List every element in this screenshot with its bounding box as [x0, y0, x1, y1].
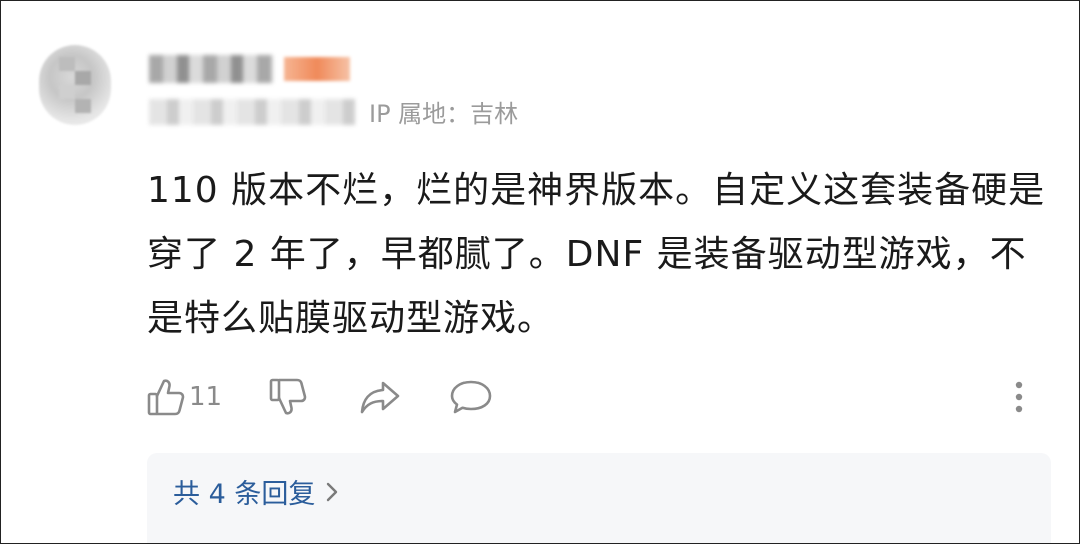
replies-panel: 共 4 条回复	[147, 453, 1051, 543]
replies-count-label: 共 4 条回复	[173, 479, 316, 510]
thumbs-down-icon	[269, 377, 307, 417]
reply-button[interactable]	[449, 375, 493, 419]
comment-line-2: 穿了 2 年了，早都腻了。DNF 是装备驱动型游戏，不	[147, 234, 1027, 275]
like-count: 11	[189, 382, 223, 412]
more-vertical-icon	[1013, 377, 1025, 417]
comment-body: 110 版本不烂，烂的是神界版本。自定义这套装备硬是 穿了 2 年了，早都腻了。…	[147, 159, 1047, 351]
comment-line-3: 是特么贴膜驱动型游戏。	[147, 298, 555, 339]
ip-location: IP 属地：吉林	[369, 100, 519, 128]
more-options-button[interactable]	[1013, 375, 1025, 419]
avatar-mosaic	[59, 57, 91, 113]
user-badge-redacted	[284, 57, 350, 81]
username-redacted[interactable]	[149, 55, 273, 83]
action-bar: 11	[147, 375, 1047, 419]
comment-line-1: 110 版本不烂，烂的是神界版本。自定义这套装备硬是	[147, 170, 1046, 211]
avatar[interactable]	[39, 45, 111, 125]
dislike-button[interactable]	[269, 375, 307, 419]
comment-icon	[449, 377, 493, 417]
chevron-right-icon	[315, 477, 339, 513]
view-replies-link[interactable]: 共 4 条回复	[173, 477, 339, 513]
share-icon	[359, 377, 401, 417]
thumbs-up-icon	[147, 377, 185, 417]
post-date-redacted	[149, 99, 355, 125]
share-button[interactable]	[359, 375, 401, 419]
comment-card: IP 属地：吉林 110 版本不烂，烂的是神界版本。自定义这套装备硬是 穿了 2…	[0, 0, 1080, 544]
like-button[interactable]: 11	[147, 375, 222, 419]
